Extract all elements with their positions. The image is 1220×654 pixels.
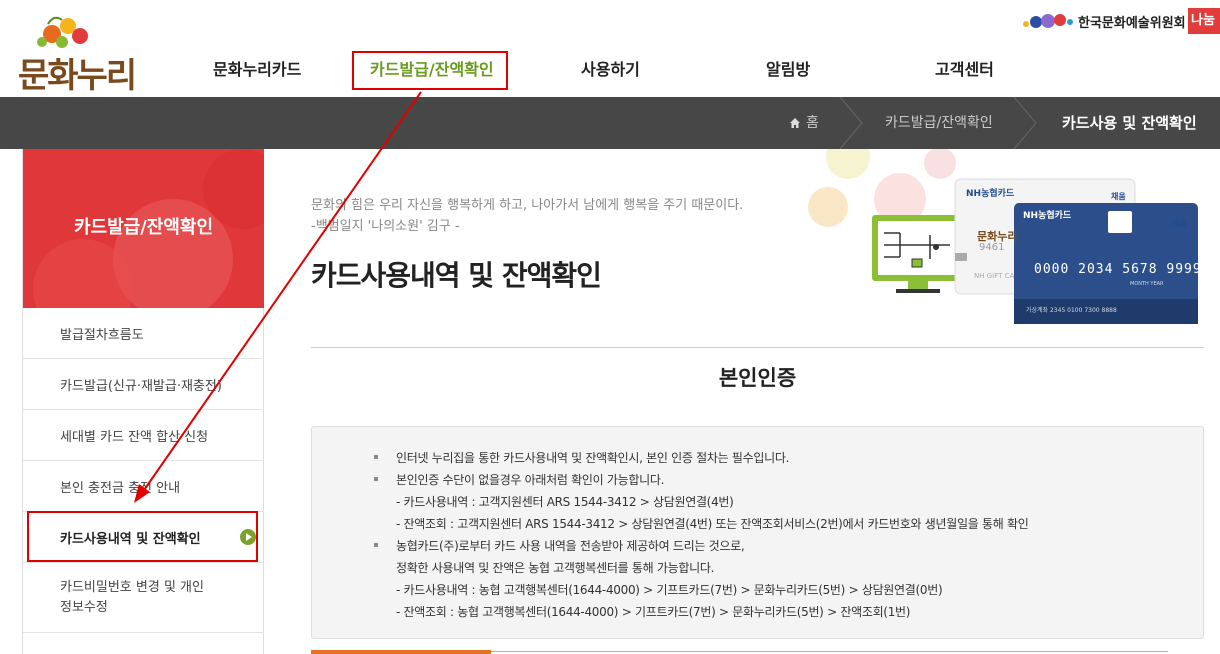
divider [311, 347, 1204, 348]
breadcrumb-current: 카드사용 및 잔액확인 [1062, 114, 1197, 132]
nav-munhwanuri-card[interactable]: 문화누리카드 [213, 58, 301, 82]
quote: 문화의 힘은 우리 자신을 행복하게 하고, 나아가서 남에게 행복을 주기 때… [311, 195, 743, 237]
sidebar-item-issue-flow[interactable]: 발급절차흐름도 [23, 308, 264, 359]
card-back-footer: NH GIFT CA [974, 272, 1015, 280]
card-back-brand: NH농협카드 [966, 189, 1015, 199]
sidebar-item-self-charge[interactable]: 본인 충전금 충전 안내 [23, 461, 264, 512]
sidebar-header: 카드발급/잔액확인 [23, 149, 264, 308]
card-back-chip-label: 채움 [1111, 192, 1126, 201]
nav-customer-center[interactable]: 고객센터 [935, 58, 994, 82]
tab-underline [491, 651, 1168, 652]
info-line: - 잔액조회 : 고객지원센터 ARS 1544-3412 > 상담원연결(4번… [396, 517, 1029, 531]
sidebar-item-label: 본인 충전금 충전 안내 [60, 480, 181, 496]
info-line: 농협카드(주)로부터 카드 사용 내역을 전송받아 제공하여 드리는 것으로, [373, 539, 745, 553]
breadcrumb: 홈 카드발급/잔액확인 카드사용 및 잔액확인 [0, 97, 1220, 149]
nav-notice[interactable]: 알림방 [766, 58, 810, 82]
breadcrumb-home[interactable]: 홈 [806, 97, 819, 149]
sidebar-item-card-issue[interactable]: 카드발급(신규·재발급·재충전) [23, 359, 264, 410]
sidebar-item-label: 세대별 카드 잔액 합산 신청 [60, 429, 209, 445]
home-icon [790, 118, 800, 128]
site-header: 문화누리 문화누리카드 카드발급/잔액확인 사용하기 알림방 고객센터 한국문화… [0, 0, 1220, 97]
info-line: 정확한 사용내역 및 잔액은 농협 고객행복센터를 통해 가능합니다. [396, 561, 715, 575]
card-back-number: 9461 [979, 242, 1005, 253]
sidebar-item-label: 카드발급(신규·재발급·재충전) [60, 378, 222, 394]
annotation-box-nav [352, 51, 508, 90]
arts-council-label: 한국문화예술위원회 [1078, 16, 1186, 31]
card-front-number: 0000 2034 5678 9999 [1034, 262, 1202, 277]
card-front-footer: 가상계좌 2345 0100 7300 8888 [1026, 307, 1117, 314]
page-title: 카드사용내역 및 잔액확인 [311, 259, 602, 292]
info-line: 본인인증 수단이 없을경우 아래처럼 확인이 가능합니다. [373, 473, 665, 487]
breadcrumb-card-issue[interactable]: 카드발급/잔액확인 [885, 97, 993, 149]
info-line: - 잔액조회 : 농협 고객행복센터(1644-4000) > 기프트카드(7번… [396, 605, 911, 619]
arts-council-logo-icon [1023, 14, 1073, 28]
quote-attribution: -백범일지 '나의소원' 김구 - [311, 219, 460, 234]
card-front-brand: NH농협카드 [1023, 211, 1072, 221]
section-title: 본인인증 [718, 366, 797, 390]
card-front-month-year: MONTH YEAR [1130, 281, 1164, 287]
info-line: - 카드사용내역 : 고객지원센터 ARS 1544-3412 > 상담원연결(… [396, 495, 734, 509]
quote-line: 문화의 힘은 우리 자신을 행복하게 하고, 나아가서 남에게 행복을 주기 때… [311, 198, 744, 213]
sidebar-item-household-balance[interactable]: 세대별 카드 잔액 합산 신청 [23, 410, 264, 461]
sidebar-item-label: 카드비밀번호 변경 및 개인 [60, 580, 204, 595]
card-front-chip-label: 채움 [1172, 219, 1187, 228]
site-logo[interactable]: 문화누리 [18, 12, 148, 96]
nav-usage[interactable]: 사용하기 [581, 58, 640, 82]
tab-indicator[interactable] [311, 650, 491, 654]
info-line: 인터넷 누리집을 통한 카드사용내역 및 잔액확인시, 본인 인증 절차는 필수… [373, 451, 790, 465]
sidebar-title: 카드발급/잔액확인 [73, 217, 214, 238]
sidebar: 카드발급/잔액확인 발급절차흐름도 카드발급(신규·재발급·재충전) 세대별 카… [22, 149, 264, 654]
annotation-box-sidebar [27, 511, 258, 562]
sidebar-item-password-change[interactable]: 카드비밀번호 변경 및 개인 정보수정 [23, 563, 264, 633]
breadcrumb-separator-icon [839, 97, 863, 149]
sidebar-item-label: 정보수정 [60, 600, 108, 615]
arts-council-link[interactable]: 한국문화예술위원회 나눔 [1020, 8, 1220, 36]
nanum-badge[interactable]: 나눔 [1188, 8, 1220, 34]
breadcrumb-separator-icon [1013, 97, 1037, 149]
info-line: - 카드사용내역 : 농협 고객행복센터(1644-4000) > 기프트카드(… [396, 583, 943, 597]
auth-info-box: 인터넷 누리집을 통한 카드사용내역 및 잔액확인시, 본인 인증 절차는 필수… [311, 426, 1204, 639]
sidebar-item-label: 발급절차흐름도 [60, 327, 144, 343]
logo-text: 문화누리 [18, 56, 137, 96]
